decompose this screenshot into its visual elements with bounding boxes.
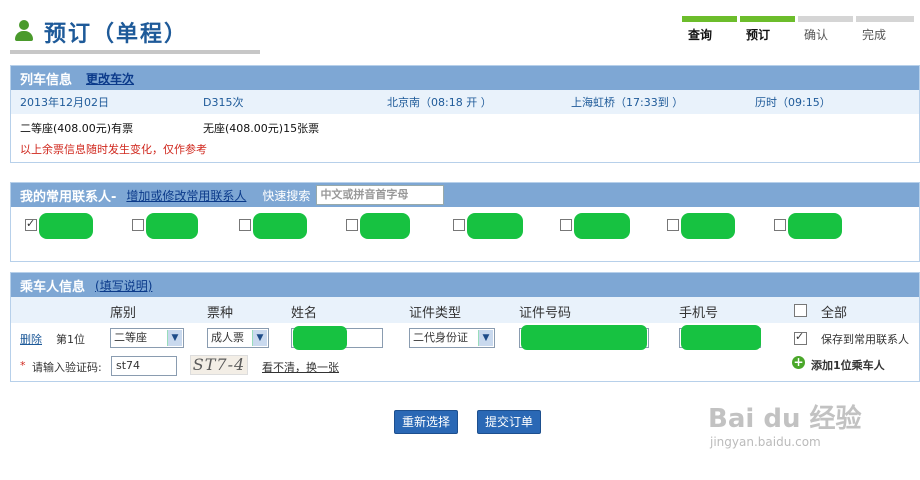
col-all: 全部 [821,306,848,321]
chevron-down-icon: ▼ [252,330,267,346]
redacted-name [293,326,347,350]
section-title: 乘车人信息 [20,279,86,295]
baidu-watermark: Bai du 经验 jingyan.baidu.com [708,398,862,449]
contact-item[interactable] [560,213,640,243]
contacts-section: 我的常用联系人- 增加或修改常用联系人 快速搜索 中文或拼音首字母 [10,182,920,262]
contact-item[interactable] [132,213,212,243]
captcha-input[interactable]: st74 [111,356,177,376]
id-type-value: 二代身份证 [413,331,468,344]
col-name: 姓名 [291,306,318,321]
passenger-row: 删除 第1位 二等座 ▼ 成人票 ▼ 二代身份证 ▼ 保存到常用联系人 [11,323,919,353]
add-passenger-link[interactable]: 添加1位乘车人 [811,357,885,373]
col-id-type: 证件类型 [409,306,462,321]
quick-search-label: 快速搜索 [262,188,311,203]
contacts-header: 我的常用联系人- 增加或修改常用联系人 快速搜索 中文或拼音首字母 [11,183,919,207]
section-title: 我的常用联系人- [20,189,117,205]
captcha-image[interactable]: ST7-4 [190,355,248,375]
availability-warning: 以上余票信息随时发生变化，仅作参考 [20,143,207,156]
redacted-name [788,213,842,239]
train-number: D315次 [203,96,244,109]
contact-item[interactable] [774,213,854,243]
travel-date: 2013年12月02日 [20,96,109,109]
passenger-table-header: 席别 票种 姓名 证件类型 证件号码 手机号 全部 [11,297,919,323]
contact-item[interactable] [453,213,533,243]
required-mark: * [20,359,26,372]
contact-item[interactable] [667,213,747,243]
contact-list [11,207,919,261]
redacted-id-number [521,325,647,350]
edit-contacts-link[interactable]: 增加或修改常用联系人 [126,187,246,204]
select-all-checkbox[interactable] [794,304,807,317]
fill-help-link[interactable]: (填写说明) [95,277,152,294]
redacted-name [574,213,630,239]
add-icon[interactable]: + [792,356,805,369]
passenger-section: 乘车人信息 (填写说明) 席别 票种 姓名 证件类型 证件号码 手机号 全部 删… [10,272,920,382]
watermark-brand: Bai du 经验 [708,404,862,434]
seat-select[interactable]: 二等座 ▼ [110,328,184,348]
redacted-name [146,213,198,239]
redacted-name [360,213,410,239]
contact-item[interactable] [25,213,105,243]
section-title: 列车信息 [20,72,73,88]
step-done: 完成 [856,16,914,43]
ticket-availability-row: 二等座(408.00元)有票 无座(408.00元)15张票 [11,114,919,138]
ticket-type-value: 成人票 [211,331,244,344]
col-ticket-type: 票种 [207,306,234,321]
captcha-row: * 请输入验证码: st74 ST7-4 看不清，换一张 + 添加1位乘车人 [11,353,919,381]
watermark-url: jingyan.baidu.com [710,435,821,449]
col-id-number: 证件号码 [519,306,572,321]
trip-duration: 历时（09:15） [755,96,831,109]
captcha-label: 请输入验证码: [32,361,102,374]
step-confirm: 确认 [798,16,856,43]
redacted-phone [681,325,761,350]
ticket-type-select[interactable]: 成人票 ▼ [207,328,269,348]
ticket-no-seat: 无座(408.00元)15张票 [203,122,320,135]
departure-station: 北京南（08:18 开 ） [387,96,492,109]
contact-checkbox[interactable] [560,219,572,231]
reselect-button[interactable]: 重新选择 [394,410,458,434]
person-icon [14,20,34,44]
chevron-down-icon: ▼ [167,330,182,346]
redacted-name [681,213,735,239]
passenger-position: 第1位 [56,333,85,346]
step-book: 预订 [740,16,798,43]
contact-checkbox[interactable] [132,219,144,231]
ticket-second-class: 二等座(408.00元)有票 [20,122,134,135]
captcha-refresh-link[interactable]: 看不清，换一张 [262,359,339,375]
contact-item[interactable] [346,213,426,243]
passenger-header: 乘车人信息 (填写说明) [11,273,919,297]
contact-item[interactable] [239,213,319,243]
col-phone: 手机号 [679,306,719,321]
delete-link[interactable]: 删除 [20,331,42,347]
train-info-section: 列车信息 更改车次 2013年12月02日 D315次 北京南（08:18 开 … [10,65,920,163]
train-info-header: 列车信息 更改车次 [11,66,919,90]
submit-order-button[interactable]: 提交订单 [477,410,541,434]
step-query: 查询 [682,16,740,43]
redacted-name [467,213,523,239]
save-contact-label: 保存到常用联系人 [821,333,909,346]
quick-search-input[interactable]: 中文或拼音首字母 [316,185,445,205]
contact-checkbox[interactable] [346,219,358,231]
contact-checkbox[interactable] [667,219,679,231]
id-type-select[interactable]: 二代身份证 ▼ [409,328,495,348]
redacted-name [39,213,93,239]
title-underline [10,50,260,54]
chevron-down-icon: ▼ [478,330,493,346]
progress-steps: 查询 预订 确认 完成 [682,16,914,43]
page-header: 预订（单程） [14,12,188,52]
seat-select-value: 二等座 [114,331,147,344]
contact-checkbox[interactable] [239,219,251,231]
col-seat: 席别 [110,306,137,321]
save-contact-checkbox[interactable] [794,330,807,345]
arrival-station: 上海虹桥（17:33到 ） [571,96,684,109]
contact-checkbox[interactable] [453,219,465,231]
page-title: 预订（单程） [44,22,189,47]
redacted-name [253,213,307,239]
contact-checkbox[interactable] [25,217,37,231]
contact-checkbox[interactable] [774,219,786,231]
change-train-link[interactable]: 更改车次 [86,70,134,87]
train-summary-row: 2013年12月02日 D315次 北京南（08:18 开 ） 上海虹桥（17:… [11,90,919,114]
